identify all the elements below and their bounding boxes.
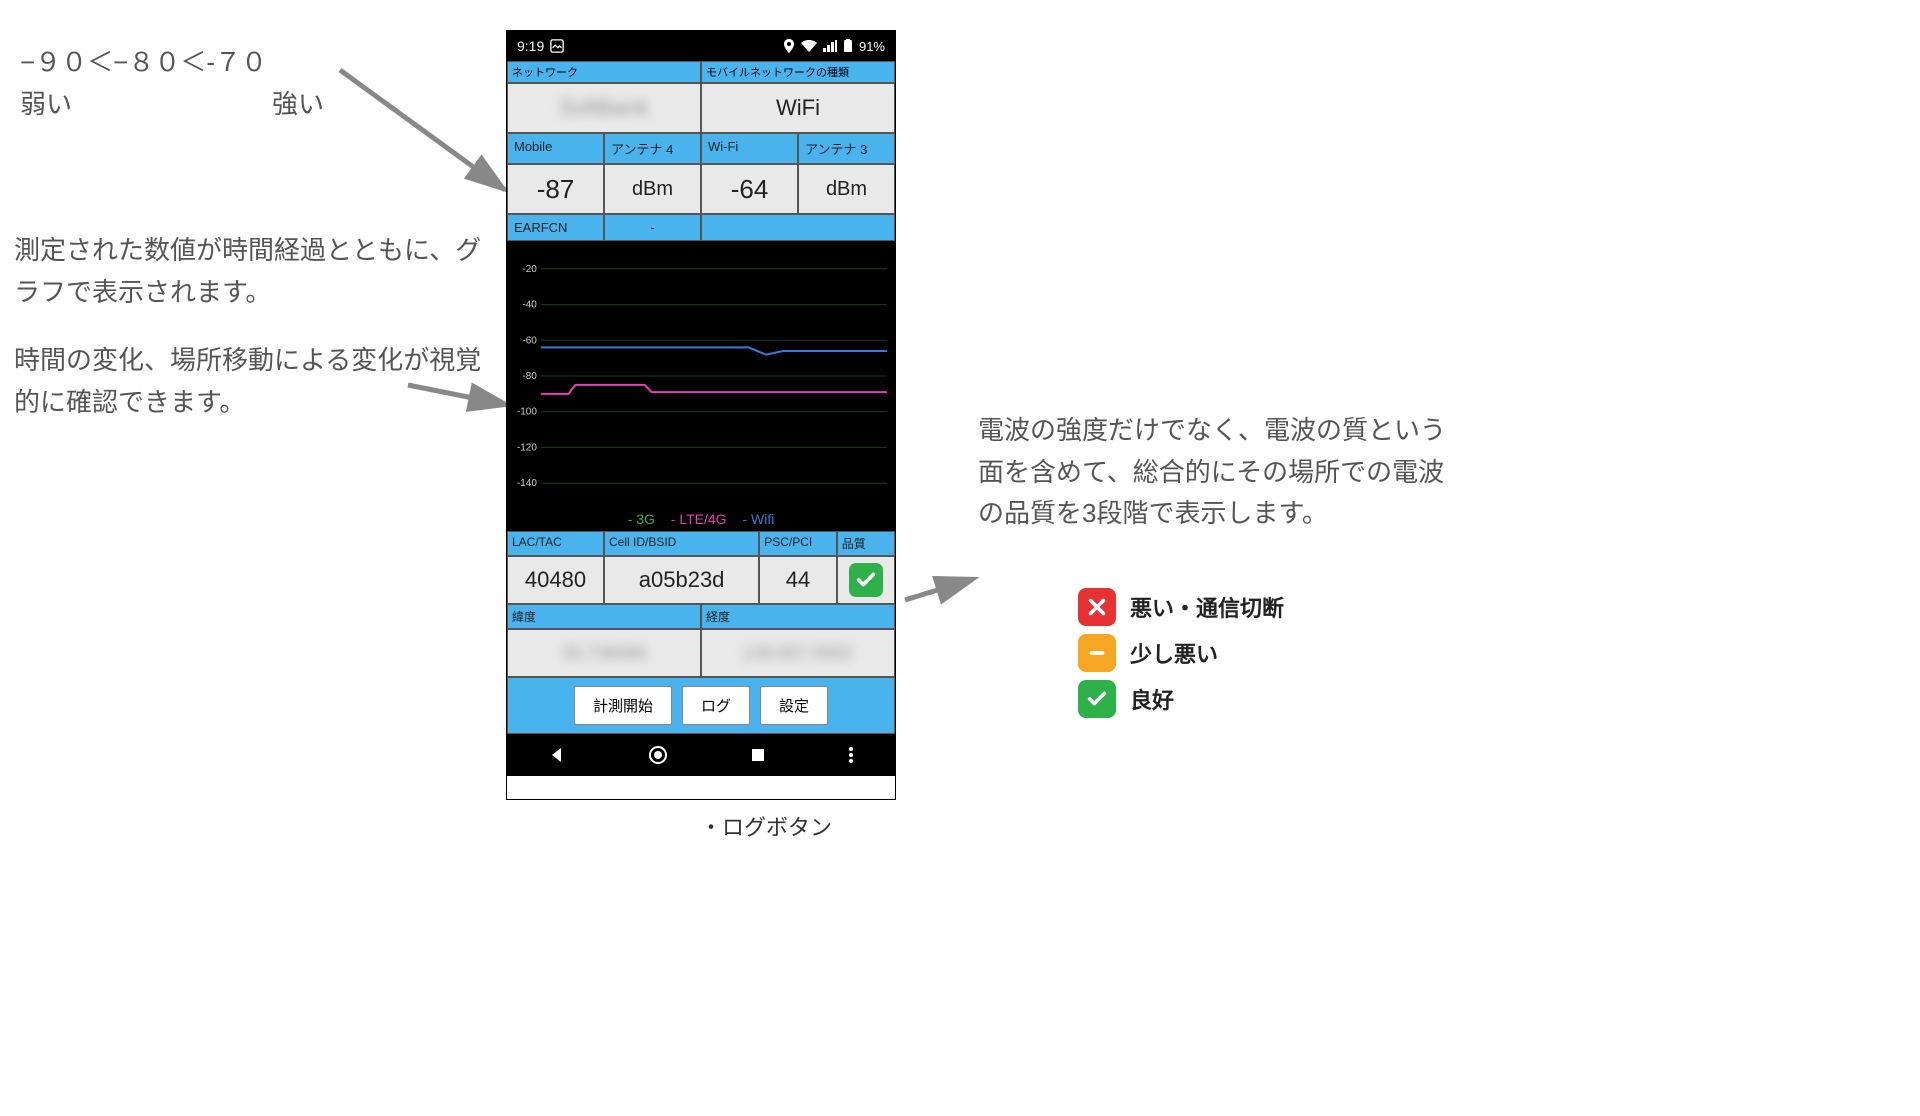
screenshot-icon <box>550 39 564 53</box>
log-button-caption: ・ログボタン <box>700 810 832 842</box>
legend-3g: - 3G <box>628 511 655 527</box>
svg-text:-20: -20 <box>522 264 537 275</box>
badge-soso-icon <box>1078 634 1116 672</box>
hdr-lat: 緯度 <box>507 604 701 629</box>
sub-wifi: Wi-Fi <box>701 133 798 164</box>
legend-soso: 少し悪い <box>1130 637 1218 669</box>
log-button[interactable]: ログ <box>682 686 750 725</box>
legend-wifi: - Wifi <box>742 511 774 527</box>
hdr-quality: 品質 <box>837 531 895 556</box>
arrow-to-quality <box>900 575 980 615</box>
nav-home-icon[interactable] <box>648 745 668 765</box>
hdr-psc: PSC/PCI <box>759 531 837 556</box>
nav-recent-icon[interactable] <box>750 747 766 763</box>
svg-text:-140: -140 <box>517 478 537 489</box>
hdr-lon: 経度 <box>701 604 895 629</box>
location-icon <box>783 39 795 53</box>
val-lac: 40480 <box>507 556 604 604</box>
legend-good: 良好 <box>1130 683 1174 715</box>
earfcn-label: EARFCN <box>507 214 604 241</box>
val-psc: 44 <box>759 556 837 604</box>
header-network-type: モバイルネットワークの種類 <box>701 61 895 83</box>
android-navbar <box>507 734 895 776</box>
status-time: 9:19 <box>517 38 544 54</box>
start-button[interactable]: 計測開始 <box>574 686 672 725</box>
val-lat: 35.736086 <box>507 629 701 677</box>
sub-antenna4: アンテナ 4 <box>604 133 701 164</box>
wifi-unit: dBm <box>798 164 895 214</box>
quality-desc: 電波の強度だけでなく、電波の質という面を含めて、総合的にその場所での電波の品質を… <box>978 410 1448 535</box>
badge-bad-icon <box>1078 588 1116 626</box>
graph-desc-1: 測定された数値が時間経過とともに、グラフで表示されます。 <box>14 230 484 313</box>
mobile-unit: dBm <box>604 164 701 214</box>
hdr-lac: LAC/TAC <box>507 531 604 556</box>
svg-text:-120: -120 <box>517 442 537 453</box>
signal-chart: -20 -40 -60 -80 -100 -120 -140 - 3G - LTE/4G -… <box>507 241 895 531</box>
val-lon: 139.657.0562 <box>701 629 895 677</box>
settings-button[interactable]: 設定 <box>760 686 828 725</box>
weak-label: 弱い <box>20 84 72 126</box>
battery-icon <box>843 39 853 53</box>
svg-text:-40: -40 <box>522 300 537 311</box>
value-carrier: SoftBank <box>507 83 701 133</box>
nav-back-icon[interactable] <box>548 746 566 764</box>
header-network: ネットワーク <box>507 61 701 83</box>
arrow-to-chart <box>408 380 518 420</box>
hdr-cell: Cell ID/BSID <box>604 531 759 556</box>
status-battery: 91% <box>859 39 885 54</box>
svg-text:-60: -60 <box>522 335 537 346</box>
chart-legend: - 3G - LTE/4G - Wifi <box>507 511 895 527</box>
strong-label: 強い <box>272 84 324 126</box>
legend-lte: - LTE/4G <box>671 511 727 527</box>
phone-frame: 9:19 91% ネットワーク モバイルネットワークの種類 SoftBank W… <box>506 30 896 800</box>
sub-mobile: Mobile <box>507 133 604 164</box>
val-cell: a05b23d <box>604 556 759 604</box>
svg-text:-80: -80 <box>522 371 537 382</box>
sub-antenna3: アンテナ 3 <box>798 133 895 164</box>
button-bar: 計測開始 ログ 設定 <box>507 677 895 734</box>
earfcn-value: - <box>604 214 701 241</box>
signal-icon <box>823 40 837 52</box>
svg-text:-100: -100 <box>517 407 537 418</box>
wifi-dbm: -64 <box>701 164 798 214</box>
wifi-icon <box>801 40 817 52</box>
quality-legend: 悪い・通信切断 少し悪い 良好 <box>1078 580 1284 726</box>
nav-more-icon[interactable] <box>848 746 854 764</box>
val-quality <box>837 556 895 604</box>
legend-bad: 悪い・通信切断 <box>1130 591 1284 623</box>
status-bar: 9:19 91% <box>507 31 895 61</box>
quality-good-icon <box>849 563 883 597</box>
badge-good-icon <box>1078 680 1116 718</box>
value-network-type: WiFi <box>701 83 895 133</box>
scale-text: −９０＜−８０＜-７０ 弱い 強い <box>20 42 324 125</box>
arrow-to-signal <box>340 70 520 210</box>
mobile-dbm: -87 <box>507 164 604 214</box>
